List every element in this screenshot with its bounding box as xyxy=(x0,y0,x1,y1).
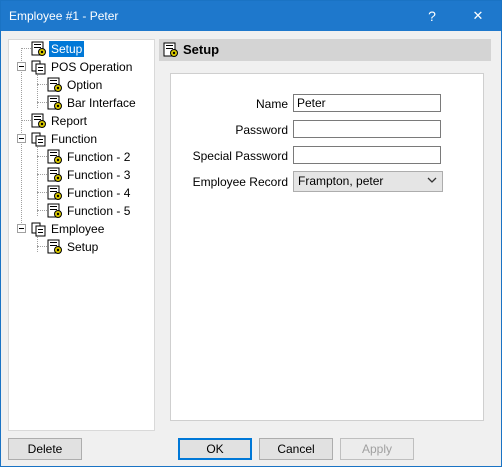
gear-page-icon xyxy=(47,95,62,110)
folder-page-icon xyxy=(31,222,46,237)
tree-item-function-3[interactable]: Function - 3 xyxy=(9,167,152,183)
tree-item-label: Report xyxy=(51,114,88,128)
employee-record-label: Employee Record xyxy=(192,175,288,189)
name-field[interactable]: Peter xyxy=(293,94,441,112)
tree-item-label: POS Operation xyxy=(51,60,133,74)
gear-page-icon xyxy=(47,185,62,200)
delete-button[interactable]: Delete xyxy=(8,438,82,460)
gear-page-icon xyxy=(47,203,62,218)
tree-item-report[interactable]: Report xyxy=(9,113,152,129)
folder-page-icon xyxy=(31,60,46,75)
gear-page-icon xyxy=(47,167,62,182)
window-title: Employee #1 - Peter xyxy=(9,9,119,23)
tree-item-label: Option xyxy=(67,78,103,92)
tree-item-label: Setup xyxy=(67,240,99,254)
employee-dialog: Employee #1 - Peter ? ✕ Setup POS Operati… xyxy=(0,0,502,467)
tree-item-pos-operation[interactable]: POS Operation xyxy=(9,59,152,75)
tree-item-label: Bar Interface xyxy=(67,96,136,110)
gear-page-icon xyxy=(47,77,62,92)
tree-item-setup[interactable]: Setup xyxy=(9,41,152,57)
tree-item-function-5[interactable]: Function - 5 xyxy=(9,203,152,219)
tree-item-label: Function - 5 xyxy=(67,204,131,218)
tree-item-employee-setup[interactable]: Setup xyxy=(9,239,152,255)
section-header: Setup xyxy=(159,39,491,61)
tree-item-function-2[interactable]: Function - 2 xyxy=(9,149,152,165)
ok-button[interactable]: OK xyxy=(178,438,252,460)
help-button[interactable]: ? xyxy=(409,1,455,31)
tree-item-function-4[interactable]: Function - 4 xyxy=(9,185,152,201)
password-field[interactable] xyxy=(293,120,441,138)
settings-tree: Setup POS Operation Option Bar Interface Rep… xyxy=(8,39,155,431)
folder-page-icon xyxy=(31,132,46,147)
gear-page-icon xyxy=(31,113,46,128)
special-password-field[interactable] xyxy=(293,146,441,164)
tree-item-label: Function - 3 xyxy=(67,168,131,182)
tree-item-function[interactable]: Function xyxy=(9,131,152,147)
name-label: Name xyxy=(255,97,288,111)
collapse-toggle[interactable] xyxy=(17,224,26,233)
tree-item-label: Employee xyxy=(51,222,105,236)
tree-item-option[interactable]: Option xyxy=(9,77,152,93)
tree-item-label: Function - 4 xyxy=(67,186,131,200)
title-bar[interactable]: Employee #1 - Peter ? ✕ xyxy=(1,1,501,31)
tree-item-label: Setup xyxy=(49,41,85,57)
chevron-down-icon xyxy=(427,177,437,183)
tree-item-bar-interface[interactable]: Bar Interface xyxy=(9,95,152,111)
collapse-toggle[interactable] xyxy=(17,134,26,143)
gear-page-icon xyxy=(31,41,46,56)
close-button[interactable]: ✕ xyxy=(455,1,501,31)
section-title: Setup xyxy=(183,42,220,57)
tree-item-employee[interactable]: Employee xyxy=(9,221,152,237)
tree-item-label: Function - 2 xyxy=(67,150,131,164)
collapse-toggle[interactable] xyxy=(17,62,26,71)
password-label: Password xyxy=(235,123,288,137)
employee-record-value: Frampton, peter xyxy=(298,174,384,188)
tree-item-label: Function xyxy=(51,132,98,146)
employee-record-select[interactable]: Frampton, peter xyxy=(293,171,443,192)
apply-button[interactable]: Apply xyxy=(340,438,414,460)
gear-page-icon xyxy=(47,239,62,254)
gear-page-icon xyxy=(47,149,62,164)
gear-page-icon xyxy=(163,42,178,57)
special-password-label: Special Password xyxy=(192,149,288,163)
cancel-button[interactable]: Cancel xyxy=(259,438,333,460)
